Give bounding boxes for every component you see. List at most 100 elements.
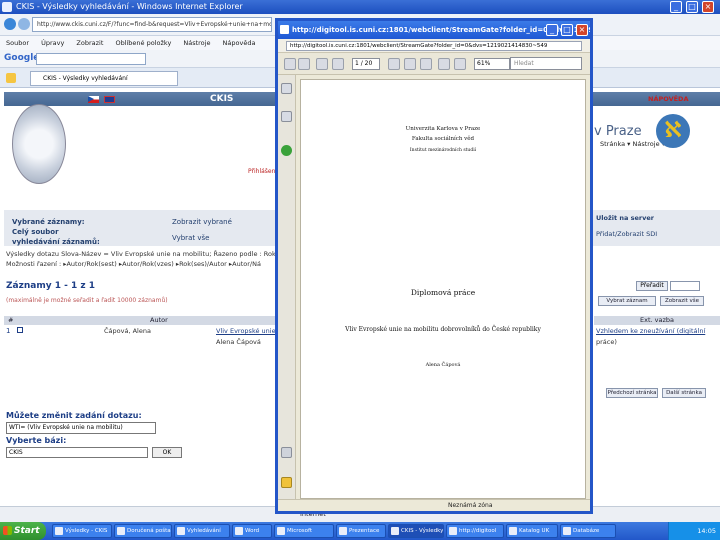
fit-page-icon[interactable]	[438, 58, 450, 70]
print-icon[interactable]	[298, 58, 310, 70]
address-input[interactable]: http://www.ckis.cuni.cz/F/?func=find-b&r…	[32, 17, 272, 32]
col-number: #	[8, 316, 14, 324]
fit-width-icon[interactable]	[454, 58, 466, 70]
change-query-label: Můžete změnit zadání dotazu:	[6, 411, 142, 420]
taskbar: Start Výsledky - CKIS Doručená pošta Vyh…	[0, 522, 720, 540]
records-count: Záznamy 1 - 1 z 1	[6, 281, 95, 291]
menu-tools[interactable]: Nástroje	[183, 39, 210, 47]
ext-link-note: práce)	[596, 338, 617, 346]
english-flag-icon[interactable]	[104, 96, 115, 103]
system-tray: 14:05	[668, 522, 720, 540]
pdf-faculty: Fakulta sociálních věd	[411, 136, 475, 142]
zoom-out-icon[interactable]	[404, 58, 416, 70]
google-search-input[interactable]	[36, 53, 146, 65]
show-all-button[interactable]: Zobrazit vše	[660, 296, 704, 306]
query-description: Výsledky dotazu Slova-Název = Vliv Evrop…	[6, 250, 276, 258]
close-button[interactable]: ×	[702, 1, 714, 13]
base-select[interactable]: CKIS	[6, 447, 148, 458]
menu-help[interactable]: Nápověda	[223, 39, 256, 47]
save-icon[interactable]	[284, 58, 296, 70]
back-icon[interactable]	[4, 18, 16, 30]
zoom-in-icon[interactable]	[420, 58, 432, 70]
row-author: Čápová, Alena	[104, 327, 151, 335]
clock[interactable]: 14:05	[697, 527, 716, 535]
browser-title: CKIS - Výsledky vyhledávání - Windows In…	[16, 2, 243, 11]
taskbar-item[interactable]: Výsledky - CKIS	[52, 524, 112, 538]
taskbar-item[interactable]: Prezentace	[336, 524, 386, 538]
choose-base-label: Vyberte bázi:	[6, 436, 67, 445]
previous-page-button[interactable]: Předchozí stránka	[606, 388, 658, 398]
select-all-link[interactable]: Vybrat vše	[172, 234, 209, 242]
pdf-sidebar	[278, 75, 296, 499]
selected-records-label: Vybrané záznamy:	[12, 218, 85, 226]
browser-title-bar[interactable]: CKIS - Výsledky vyhledávání - Windows In…	[0, 0, 720, 14]
minimize-button[interactable]: _	[670, 1, 682, 13]
select-record-button[interactable]: Vybrat záznam	[598, 296, 656, 306]
next-page-icon[interactable]	[332, 58, 344, 70]
pdf-title-bar[interactable]: http://digitool.is.cuni.cz:1801/webclien…	[278, 21, 590, 39]
tab-ckis[interactable]: CKIS - Výsledky vyhledávání	[30, 71, 178, 86]
resort-input[interactable]	[670, 281, 700, 291]
next-page-button[interactable]: Další stránka	[662, 388, 706, 398]
find-input[interactable]: Hledat	[510, 57, 582, 70]
pdf-minimize-button[interactable]: _	[546, 24, 558, 36]
table-row[interactable]: 1	[6, 327, 23, 335]
pdf-university: Univerzita Karlova v Praze	[405, 126, 481, 132]
query-input[interactable]: WTI= (Vliv Evropské unie na mobilitu)	[6, 422, 156, 434]
col-author: Autor	[150, 316, 168, 324]
menu-view[interactable]: Zobrazit	[76, 39, 103, 47]
sort-options[interactable]: Možnosti řazení : ▸Autor/Rok(sest) ▸Auto…	[6, 260, 261, 268]
pdf-toolbar: 1 / 20 61% Hledat	[278, 53, 590, 75]
taskbar-item[interactable]: Microsoft	[274, 524, 334, 538]
pdf-maximize-button[interactable]: □	[561, 24, 573, 36]
pdf-close-button[interactable]: ×	[576, 24, 588, 36]
zoom-select[interactable]: 61%	[474, 58, 510, 70]
select-tool-icon[interactable]	[388, 58, 400, 70]
ext-link-header: Ext. vazba	[594, 316, 720, 325]
ie-icon	[2, 2, 12, 12]
help-link[interactable]: NÁPOVĚDA	[648, 95, 688, 103]
whole-file-label: Celý soubor	[12, 228, 59, 236]
taskbar-item[interactable]: http://digitool	[446, 524, 504, 538]
favorites-star-icon[interactable]	[6, 73, 16, 83]
menu-edit[interactable]: Úpravy	[41, 39, 64, 47]
taskbar-item[interactable]: Katalog UK	[506, 524, 558, 538]
praze-heading: v Praze	[594, 124, 642, 139]
menu-favorites[interactable]: Oblíbené položky	[115, 39, 171, 47]
pdf-viewer-window: http://digitool.is.cuni.cz:1801/webclien…	[275, 18, 593, 514]
prev-page-icon[interactable]	[316, 58, 328, 70]
maximize-button[interactable]: □	[686, 1, 698, 13]
login-link[interactable]: Přihlášení	[248, 168, 277, 175]
show-selected-link[interactable]: Zobrazit vybrané	[172, 218, 232, 226]
add-sdi-link[interactable]: Přidat/Zobrazit SDI	[596, 230, 657, 238]
ie-icon	[280, 25, 289, 34]
max-sort-note: (maximálně je možné seřadit a řadit 1000…	[6, 297, 168, 304]
taskbar-item[interactable]: CKIS - Výsledky	[388, 524, 444, 538]
pages-panel-icon[interactable]	[281, 83, 292, 94]
resort-button[interactable]: Přeřadit	[636, 281, 668, 291]
google-logo: Google	[4, 53, 40, 63]
pdf-doc-title: Vliv Evropské unie na mobilitu dobrovoln…	[345, 326, 541, 333]
czech-flag-icon[interactable]	[88, 96, 99, 103]
taskbar-item[interactable]: Vyhledávání	[174, 524, 230, 538]
save-to-server-link[interactable]: Uložit na server	[596, 214, 657, 222]
ok-button[interactable]: OK	[152, 447, 182, 458]
page-number-input[interactable]: 1 / 20	[352, 58, 380, 70]
pdf-page: Univerzita Karlova v Praze Fakulta sociá…	[300, 79, 586, 499]
ext-link[interactable]: Vzhledem ke zneužívání (digitální	[596, 327, 705, 335]
row-number[interactable]: 1	[6, 327, 10, 335]
comments-icon[interactable]	[281, 477, 292, 488]
row-title-author: Alena Čápová	[216, 338, 261, 346]
help-icon[interactable]	[281, 145, 292, 156]
pdf-address-input[interactable]: http://digitool.is.cuni.cz:1801/webclien…	[286, 41, 582, 51]
paperclip-icon[interactable]	[281, 447, 292, 458]
taskbar-item[interactable]: Databáze	[560, 524, 616, 538]
taskbar-item[interactable]: Word	[232, 524, 272, 538]
start-button[interactable]: Start	[0, 522, 46, 540]
taskbar-item[interactable]: Doručená pošta	[114, 524, 172, 538]
menu-file[interactable]: Soubor	[6, 39, 29, 47]
pdf-doc-type: Diplomová práce	[410, 288, 476, 297]
forward-icon[interactable]	[18, 18, 30, 30]
row-checkbox[interactable]	[16, 327, 23, 333]
attachments-icon[interactable]	[281, 111, 292, 122]
